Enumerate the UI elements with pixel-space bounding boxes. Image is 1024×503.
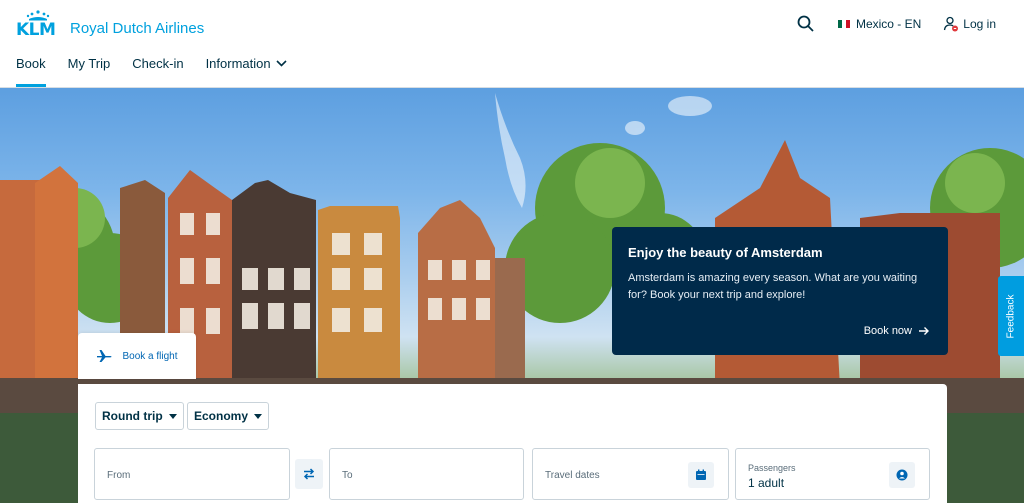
travel-dates-placeholder: Travel dates <box>545 470 600 481</box>
passengers-label: Passengers <box>748 463 796 473</box>
main-nav: Book My Trip Check-in Information <box>16 52 309 87</box>
nav-item-label: Check-in <box>132 56 184 71</box>
chevron-down-icon <box>276 60 287 67</box>
caret-down-icon <box>254 413 263 419</box>
arrow-right-icon <box>919 327 929 335</box>
trip-type-value: Round trip <box>102 409 163 423</box>
swap-airports-button[interactable] <box>295 459 323 489</box>
nav-item-my-trip[interactable]: My Trip <box>68 52 111 87</box>
logo-brand-name: Royal Dutch Airlines <box>70 20 205 37</box>
from-field[interactable]: From <box>94 448 290 500</box>
promo-title: Enjoy the beauty of Amsterdam <box>628 245 823 260</box>
promo-text: Amsterdam is amazing every season. What … <box>628 272 918 301</box>
mexico-flag-icon <box>837 20 850 28</box>
login-label: Log in <box>963 17 996 31</box>
book-a-flight-tab[interactable]: Book a flight <box>78 333 196 379</box>
header-actions: Mexico - EN Log in <box>796 14 996 34</box>
to-placeholder: To <box>342 470 353 481</box>
locale-label: Mexico - EN <box>855 17 922 31</box>
calendar-icon <box>688 462 714 488</box>
nav-item-label: Information <box>205 56 271 71</box>
passengers-field[interactable]: Passengers 1 adult <box>735 448 930 500</box>
nav-item-book[interactable]: Book <box>16 52 46 87</box>
feedback-label: Feedback <box>1005 294 1017 338</box>
logo-klm-text: KLM <box>16 20 56 40</box>
travel-dates-field[interactable]: Travel dates <box>532 448 729 500</box>
booking-panel: Round trip Economy From To Travel dates … <box>78 384 947 503</box>
klm-logo[interactable]: KLM Royal Dutch Airlines <box>16 10 205 40</box>
book-a-flight-label: Book a flight <box>122 350 178 362</box>
search-icon[interactable] <box>796 14 816 34</box>
site-header: KLM Royal Dutch Airlines Book My Trip Ch… <box>0 0 1024 88</box>
cabin-class-value: Economy <box>194 409 249 423</box>
book-now-link[interactable]: Book now <box>864 325 930 337</box>
nav-item-check-in[interactable]: Check-in <box>132 52 183 87</box>
cabin-class-select[interactable]: Economy <box>187 402 270 430</box>
login-button[interactable]: Log in <box>943 16 996 32</box>
book-now-label: Book now <box>863 325 912 337</box>
nav-item-label: My Trip <box>67 56 111 71</box>
logo-mark: KLM <box>16 10 62 40</box>
trip-type-select[interactable]: Round trip <box>95 402 184 430</box>
locale-selector[interactable]: Mexico - EN <box>837 17 922 31</box>
caret-down-icon <box>168 413 177 419</box>
user-icon <box>944 16 959 32</box>
swap-arrows-icon <box>303 468 315 480</box>
airplane-icon <box>97 350 112 362</box>
nav-item-information[interactable]: Information <box>206 52 287 87</box>
feedback-tab[interactable]: Feedback <box>998 276 1024 356</box>
promo-card: Enjoy the beauty of Amsterdam Amsterdam … <box>612 227 948 355</box>
to-field[interactable]: To <box>329 448 524 500</box>
from-placeholder: From <box>107 470 131 481</box>
passengers-value: 1 adult <box>748 476 785 490</box>
nav-item-label: Book <box>16 56 46 71</box>
passenger-user-icon <box>889 462 915 488</box>
